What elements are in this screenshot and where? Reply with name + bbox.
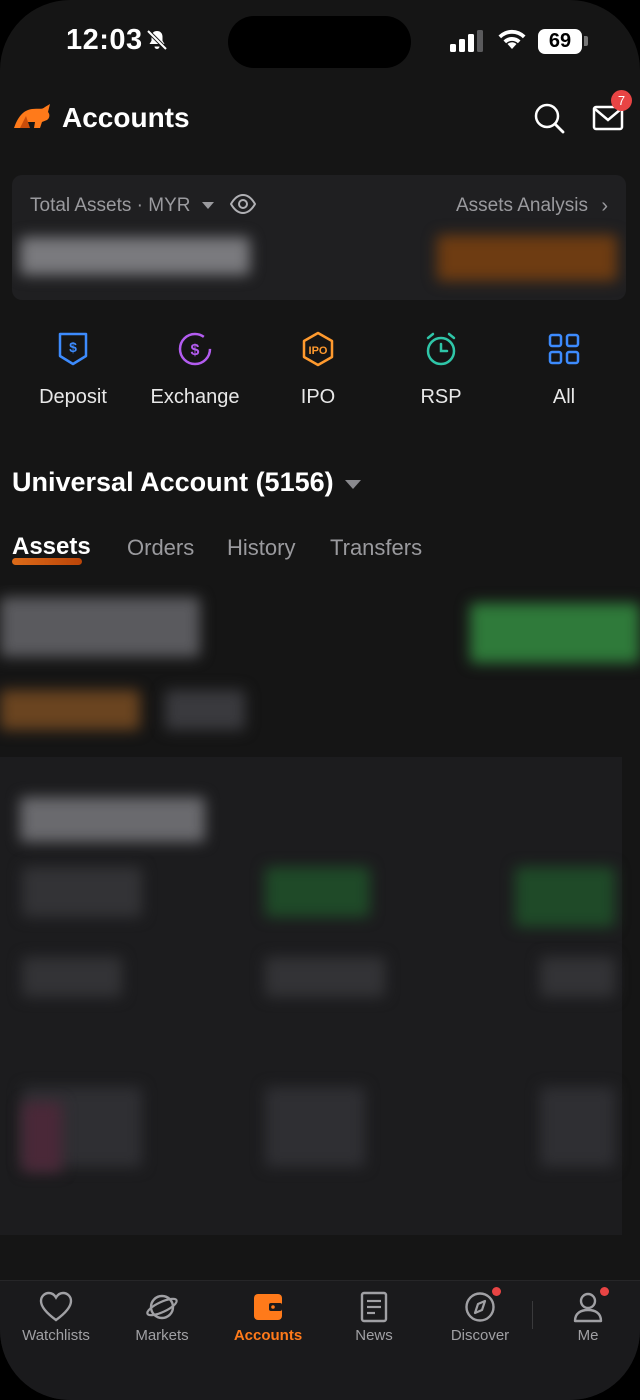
hidden-account-tag	[165, 690, 245, 730]
tab-assets[interactable]: Assets	[12, 533, 91, 561]
action-exchange[interactable]: $ Exchange	[140, 330, 250, 409]
cellular-signal-icon	[450, 30, 483, 52]
svg-text:$: $	[69, 339, 77, 355]
action-label: IPO	[300, 386, 336, 408]
heart-icon	[39, 1291, 73, 1322]
grid-icon	[548, 333, 580, 365]
nav-me[interactable]: Me	[538, 1291, 638, 1344]
total-assets-label: Total Assets · MYR	[30, 195, 191, 216]
battery-level: 69	[538, 29, 582, 54]
action-ipo[interactable]: IPO IPO	[263, 330, 373, 409]
hidden-account-pl	[470, 603, 640, 663]
planet-icon	[146, 1294, 178, 1320]
wifi-icon	[498, 29, 526, 49]
page-title: Accounts	[62, 102, 190, 133]
tab-transfers[interactable]: Transfers	[330, 535, 422, 561]
eye-icon[interactable]	[230, 193, 256, 215]
nav-accounts[interactable]: Accounts	[218, 1291, 318, 1344]
action-all[interactable]: All	[509, 330, 619, 409]
hidden-row	[22, 867, 142, 917]
person-icon	[573, 1292, 603, 1323]
mail-badge: 7	[611, 90, 632, 111]
bull-logo-icon	[14, 104, 50, 128]
nav-markets[interactable]: Markets	[112, 1291, 212, 1344]
svg-text:$: $	[191, 342, 200, 359]
status-bar: 12:03 69	[0, 0, 640, 80]
hidden-daily-change	[437, 235, 617, 281]
nav-label: Discover	[450, 1327, 510, 1344]
hidden-row	[265, 957, 385, 997]
account-assets-content	[0, 585, 640, 1240]
nav-discover[interactable]: Discover	[430, 1291, 530, 1344]
battery-tip	[584, 36, 588, 46]
assets-analysis-link[interactable]: Assets Analysis	[456, 195, 588, 217]
nav-divider	[532, 1301, 533, 1329]
nav-label: News	[355, 1327, 393, 1344]
account-dropdown-icon[interactable]	[345, 480, 361, 489]
action-label: Exchange	[150, 386, 240, 408]
hidden-row	[265, 867, 370, 917]
nav-label: Watchlists	[22, 1327, 90, 1344]
action-label: RSP	[420, 386, 462, 408]
hidden-account-value	[0, 597, 200, 657]
hidden-row	[22, 957, 122, 997]
action-label: Deposit	[39, 386, 107, 408]
currency-dropdown-icon[interactable]	[202, 202, 214, 209]
me-notification-dot	[600, 1287, 609, 1296]
rsp-clock-icon	[426, 332, 456, 366]
discover-notification-dot	[492, 1287, 501, 1296]
nav-label: Me	[577, 1327, 599, 1344]
hidden-row	[515, 867, 615, 927]
tab-history[interactable]: History	[227, 535, 295, 561]
total-assets-card: Total Assets · MYR Assets Analysis ›	[12, 175, 626, 300]
hidden-row	[22, 1102, 62, 1172]
ipo-icon: IPO	[302, 331, 334, 367]
bottom-nav: Watchlists Markets Accounts News Discove…	[0, 1280, 640, 1400]
compass-icon	[465, 1292, 495, 1322]
hidden-holdings-total	[20, 797, 205, 842]
deposit-icon: $	[58, 332, 88, 366]
chevron-right-icon: ›	[601, 195, 608, 217]
hidden-row	[540, 957, 615, 997]
hidden-account-badge	[0, 690, 140, 730]
app-header: Accounts 7	[0, 90, 640, 150]
bell-muted-icon	[146, 29, 168, 51]
dynamic-island	[228, 16, 411, 68]
quick-actions: $ Deposit $ Exchange IPO IPO RSP All	[0, 330, 640, 420]
action-rsp[interactable]: RSP	[386, 330, 496, 409]
nav-label: Accounts	[233, 1327, 303, 1344]
tab-orders[interactable]: Orders	[127, 535, 194, 561]
phone-screen: 12:03 69 Accounts 7 Total Assets · MYR A…	[0, 0, 640, 1400]
news-icon	[360, 1291, 388, 1323]
search-icon[interactable]	[533, 102, 565, 134]
hidden-total-value	[20, 237, 250, 275]
nav-watchlists[interactable]: Watchlists	[6, 1291, 106, 1344]
exchange-icon: $	[178, 332, 212, 366]
nav-label: Markets	[135, 1327, 189, 1344]
action-label: All	[552, 386, 576, 408]
nav-news[interactable]: News	[324, 1291, 424, 1344]
wallet-icon	[254, 1294, 282, 1320]
hidden-row	[265, 1087, 365, 1167]
account-selector[interactable]: Universal Account (5156)	[12, 467, 334, 498]
holdings-card	[0, 757, 622, 1235]
svg-text:IPO: IPO	[309, 345, 328, 357]
action-deposit[interactable]: $ Deposit	[18, 330, 128, 409]
status-time: 12:03	[66, 24, 143, 56]
hidden-row	[540, 1087, 615, 1167]
